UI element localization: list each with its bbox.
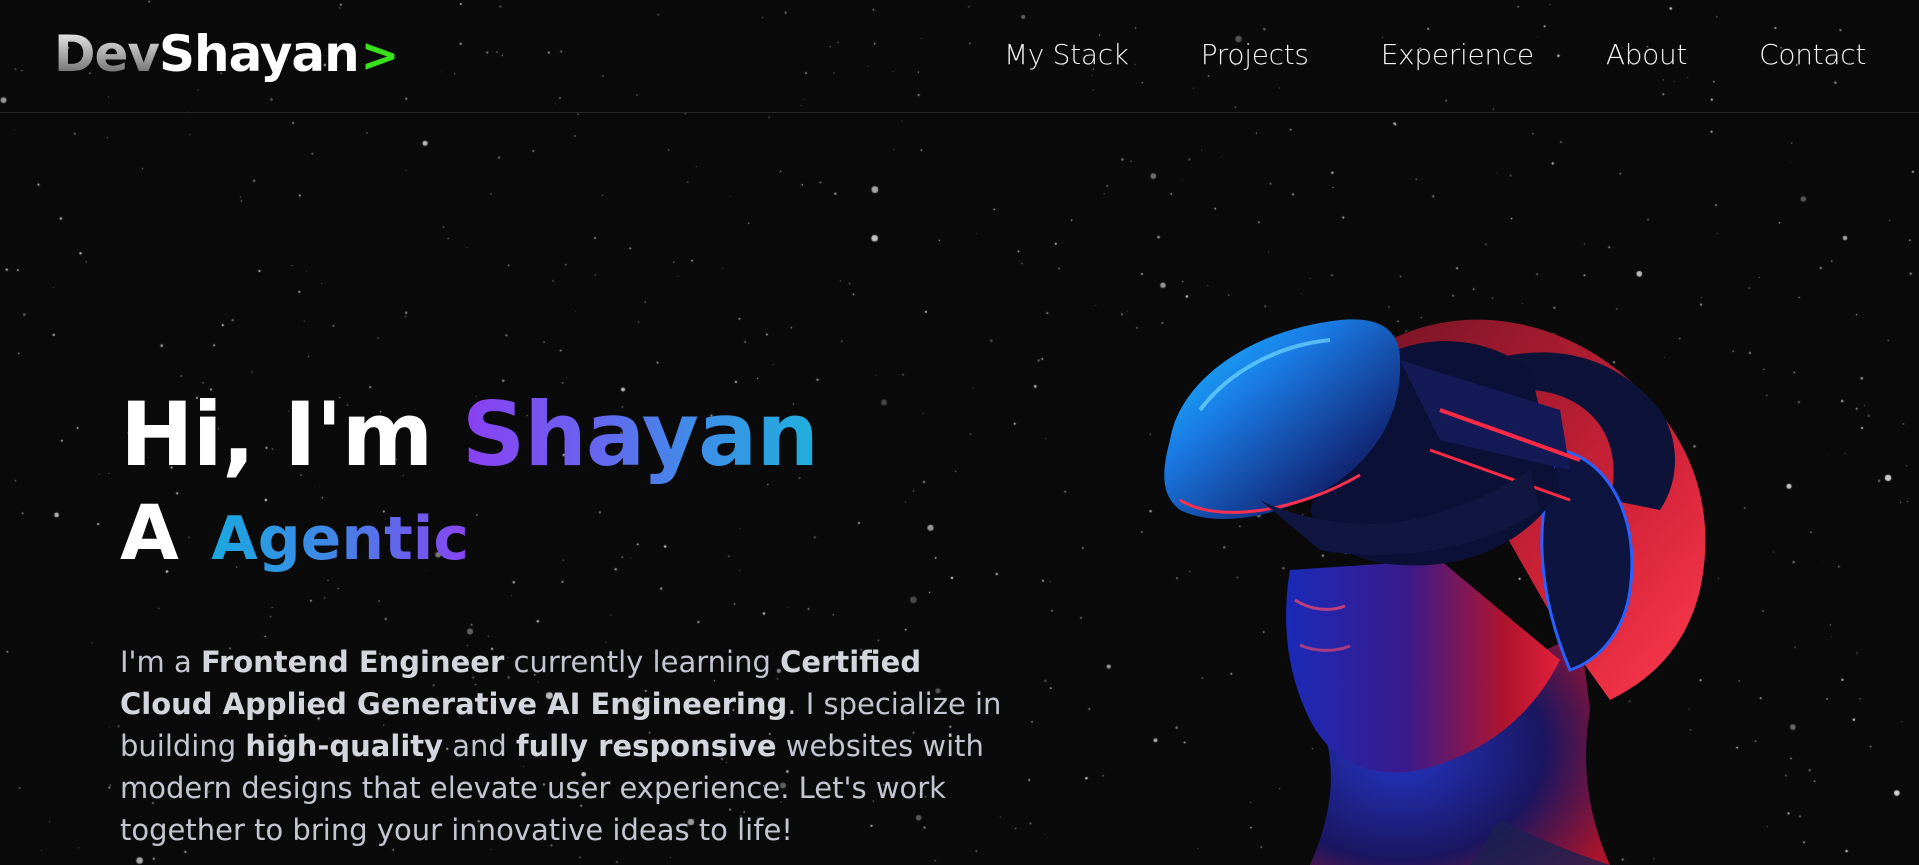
nav-link-my-stack[interactable]: My Stack — [1004, 32, 1129, 78]
desc-bold-responsive: fully responsive — [516, 729, 777, 763]
hero-section: Hi, I'm Shayan A Agentic — [120, 383, 819, 587]
nav-link-projects[interactable]: Projects — [1201, 32, 1309, 78]
logo-name-text: Shayan — [159, 25, 360, 83]
desc-text: I'm a — [120, 645, 201, 679]
desc-text: and — [443, 729, 517, 763]
hero-name: Shayan — [461, 383, 819, 486]
hero-greeting: Hi, I'm — [120, 383, 462, 486]
desc-bold-role: Frontend Engineer — [200, 645, 505, 679]
hero-role: Agentic — [211, 504, 469, 574]
desc-bold-quality: high-quality — [245, 729, 444, 763]
nav-link-experience[interactable]: Experience — [1381, 32, 1534, 78]
site-header: DevShayan> My Stack Projects Experience … — [0, 0, 1919, 113]
logo-dev-text: Dev — [54, 25, 160, 83]
vr-headset-person-illustration — [1164, 319, 1706, 865]
hero-role-prefix: A — [120, 488, 179, 577]
site-logo[interactable]: DevShayan> — [54, 24, 400, 85]
nav-link-contact[interactable]: Contact — [1759, 32, 1866, 78]
hero-description: I'm a Frontend Engineer currently learni… — [120, 641, 1010, 851]
hero-subheading: A Agentic — [120, 485, 818, 587]
nav-link-about[interactable]: About — [1606, 32, 1688, 78]
hero-heading: Hi, I'm Shayan — [120, 383, 819, 486]
main-nav: My Stack Projects Experience About Conta… — [1004, 32, 1866, 78]
logo-chevron-icon: > — [360, 28, 400, 82]
desc-text: currently learning — [504, 645, 781, 679]
